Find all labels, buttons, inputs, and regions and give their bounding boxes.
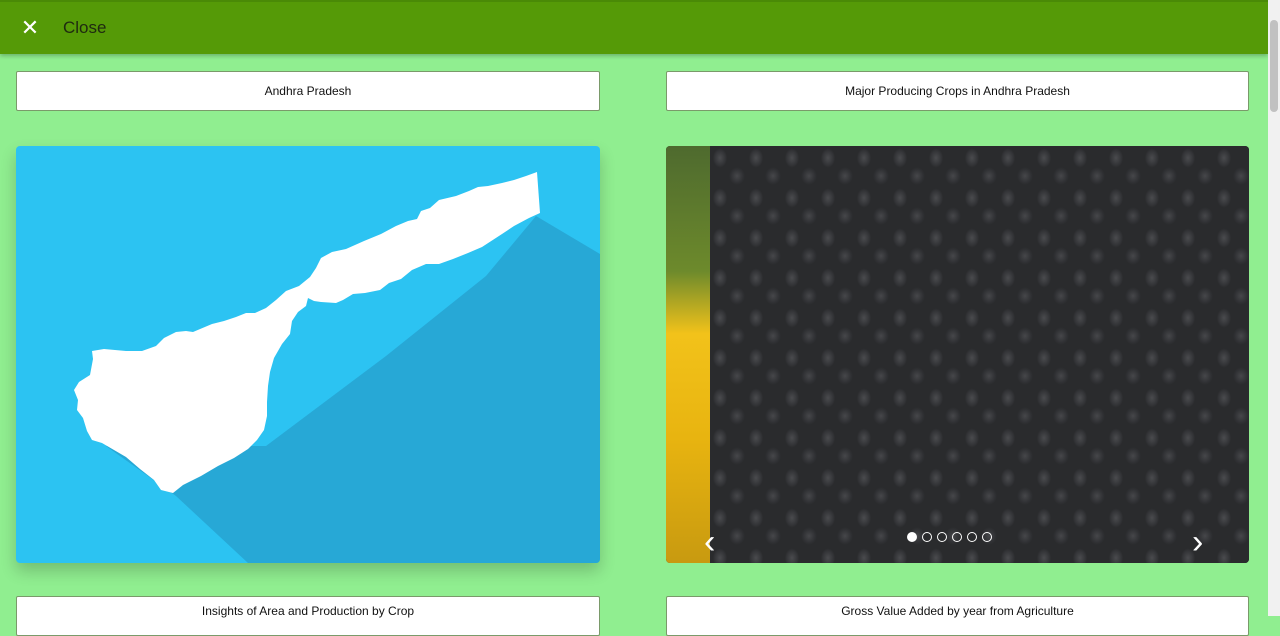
chevron-left-icon[interactable]: ‹ [704,525,715,559]
gross-value-added-button[interactable]: Gross Value Added by year from Agricultu… [666,596,1249,636]
insights-area-production-button[interactable]: Insights of Area and Production by Crop [16,596,600,636]
major-crops-button[interactable]: Major Producing Crops in Andhra Pradesh [666,71,1249,111]
carousel-dot[interactable] [967,532,977,542]
crop-image-carousel[interactable]: ‹ › [666,146,1249,563]
carousel-indicators [907,532,992,542]
carousel-dot[interactable] [982,532,992,542]
state-map-image [74,172,600,563]
scrollbar[interactable] [1268,0,1280,616]
carousel-dot[interactable] [922,532,932,542]
top-bar: ✕ Close [0,0,1268,54]
chevron-right-icon[interactable]: › [1192,525,1203,559]
carousel-dot[interactable] [937,532,947,542]
previous-slide-preview [666,146,710,563]
scrollbar-thumb[interactable] [1270,20,1278,112]
crop-photo [710,146,1249,563]
close-label[interactable]: Close [63,18,106,38]
state-name-button[interactable]: Andhra Pradesh [16,71,600,111]
state-map-panel [16,146,600,563]
carousel-dot[interactable] [952,532,962,542]
carousel-dot[interactable] [907,532,917,542]
close-icon[interactable]: ✕ [18,16,42,40]
